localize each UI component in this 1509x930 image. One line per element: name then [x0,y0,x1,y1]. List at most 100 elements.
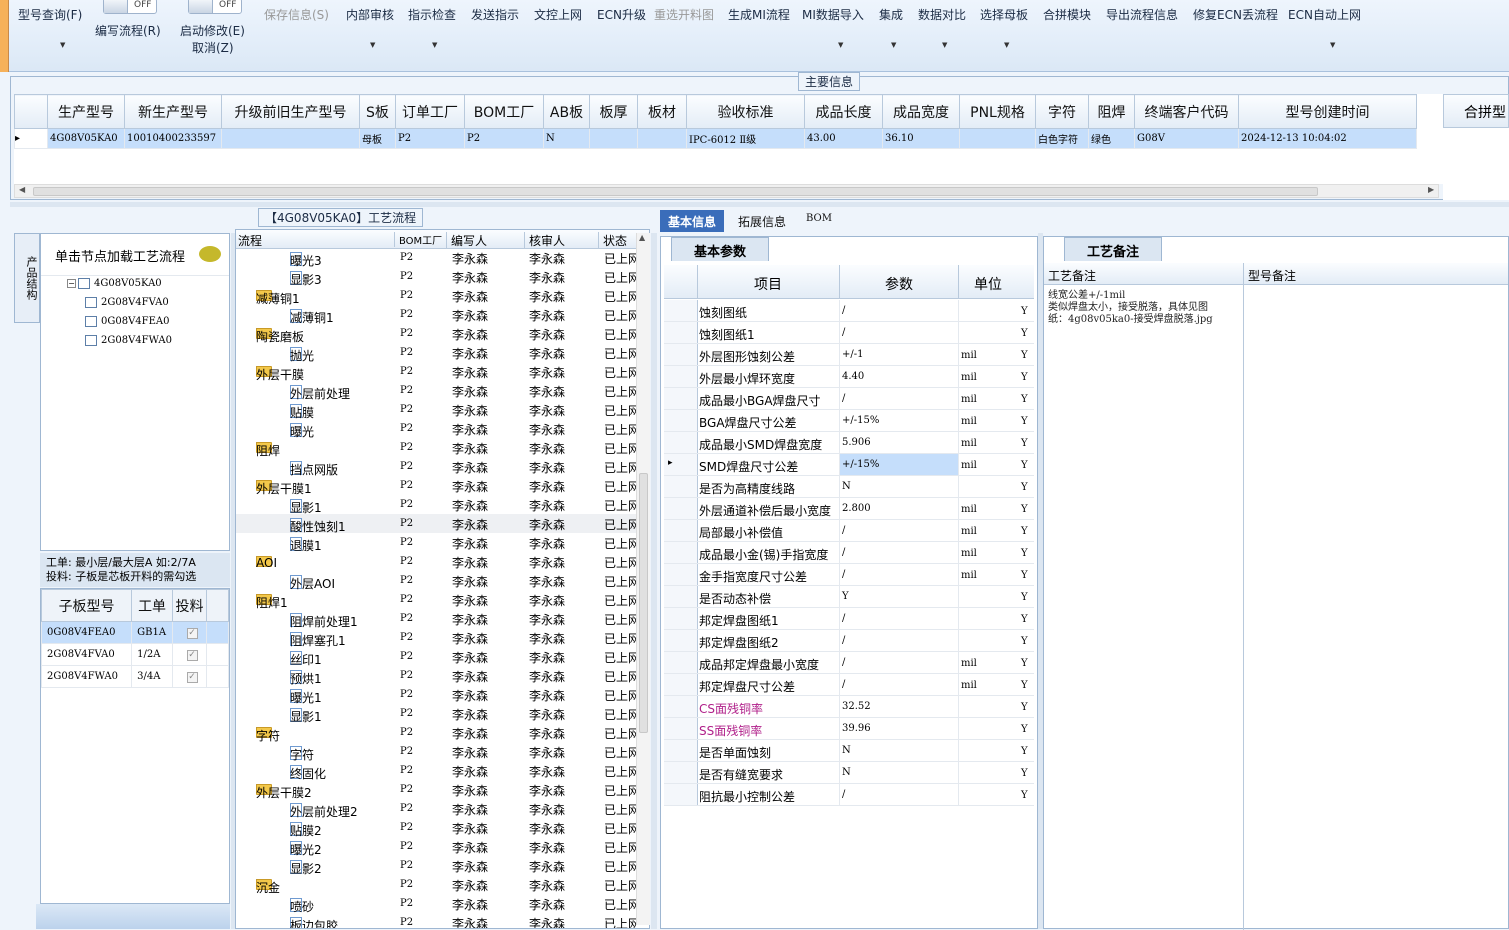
process-row[interactable]: 减薄铜1P2李永森李永森已上网 [236,305,636,325]
process-row[interactable]: 显影1P2李永森李永森已上网 [236,495,636,515]
process-row[interactable]: −沉金P2李永森李永森已上网 [236,875,636,895]
param-row[interactable]: 成品邦定焊盘最小宽度 / mil Y [664,652,1034,674]
param-row[interactable]: BGA焊盘尺寸公差 +/-15% mil Y [664,410,1034,432]
tree-node[interactable]: 2G08V4FVA0 [85,297,169,308]
process-row[interactable]: 贴膜2P2李永森李永森已上网 [236,818,636,838]
process-row[interactable]: 曝光P2李永森李永森已上网 [236,419,636,439]
main-col-12[interactable]: PNL规格 [959,94,1036,129]
product-structure-tab[interactable]: 产品结构 [14,233,40,323]
process-row[interactable]: −阻焊1P2李永森李永森已上网 [236,590,636,610]
process-row[interactable]: 丝印1P2李永森李永森已上网 [236,647,636,667]
main-col-9[interactable]: 验收标准 [686,94,805,129]
toolbar-btn-15[interactable]: 合拼模块 [1043,6,1091,23]
main-cell[interactable]: 绿色 [1088,128,1135,149]
main-hscroll-thumb[interactable] [33,187,1318,196]
main-col-11[interactable]: 成品宽度 [882,94,960,129]
param-row[interactable]: 邦定焊盘尺寸公差 / mil Y [664,674,1034,696]
process-row[interactable]: −阻焊P2李永森李永森已上网 [236,438,636,458]
param-value[interactable]: / [839,630,959,651]
process-row[interactable]: 曝光3P2李永森李永森已上网 [236,248,636,268]
param-row[interactable]: 阻抗最小控制公差 / Y [664,784,1034,806]
notes-col-process[interactable]: 工艺备注 [1048,267,1096,284]
param-value[interactable]: N [839,740,959,761]
sub-col-1[interactable]: 工单 [131,589,174,622]
main-col-13[interactable]: 字符 [1035,94,1089,129]
main-col-10[interactable]: 成品长度 [804,94,883,129]
param-row[interactable]: CS面残铜率 32.52 Y [664,696,1034,718]
process-row[interactable]: −字符P2李永森李永森已上网 [236,723,636,743]
param-row[interactable]: 邦定焊盘图纸2 / Y [664,630,1034,652]
process-row[interactable]: 显影3P2李永森李永森已上网 [236,267,636,287]
toggle-switch-1[interactable]: OFF [103,0,157,14]
dropdown-arrow-icon[interactable]: ▼ [60,41,65,49]
sub-row[interactable]: 0G08V4FEA0 GB1A ✓ [40,621,229,644]
merge-header[interactable]: 合拼型 [1443,94,1509,128]
param-value[interactable]: 39.96 [839,718,959,739]
tree-node[interactable]: 2G08V4FWA0 [85,335,172,346]
process-col-2[interactable]: 编写人 [446,232,487,249]
toolbar-btn-14[interactable]: 选择母板 [980,6,1028,23]
toolbar-btn-8[interactable]: ECN升级 [597,6,646,23]
toolbar-btn-18[interactable]: ECN自动上网 [1288,6,1361,23]
tree-node[interactable]: − 4G08V05KA0 [67,278,162,289]
param-row[interactable]: 是否动态补偿 Y Y [664,586,1034,608]
tree-node[interactable]: 0G08V4FEA0 [85,316,169,327]
process-row[interactable]: −外层干膜P2李永森李永森已上网 [236,362,636,382]
main-col-2[interactable]: 升级前旧生产型号 [221,94,360,129]
process-row[interactable]: −减薄铜1P2李永森李永森已上网 [236,286,636,306]
process-note-text[interactable]: 线宽公差+/-1mil 类似焊盘太小，接受脱落，具体见图纸：4g08v05ka0… [1048,290,1226,326]
param-value[interactable]: 2.800 [839,498,959,519]
collapse-icon[interactable]: − [67,279,76,288]
process-row[interactable]: 预烘1P2李永森李永森已上网 [236,666,636,686]
param-row[interactable]: 蚀刻图纸1 / Y [664,322,1034,344]
main-col-3[interactable]: S板 [359,94,396,129]
main-cell[interactable]: 10010400233597 [124,128,222,149]
process-row[interactable]: 外层前处理P2李永森李永森已上网 [236,381,636,401]
main-col-0[interactable]: 生产型号 [47,94,125,129]
process-scroll-thumb[interactable] [639,473,648,733]
param-value[interactable]: +/-15% [839,454,959,475]
main-cell[interactable] [637,128,687,149]
process-row[interactable]: 曝光1P2李永森李永森已上网 [236,685,636,705]
param-value[interactable]: Y [839,586,959,607]
param-row[interactable]: 成品最小SMD焊盘宽度 5.906 mil Y [664,432,1034,454]
toolbar-btn-1[interactable]: 编写流程(R) [95,22,161,39]
main-cell[interactable]: 2024-12-13 10:04:02 [1238,128,1417,149]
main-col-8[interactable]: 板材 [637,94,687,129]
process-row[interactable]: 显影2P2李永森李永森已上网 [236,856,636,876]
sub-row[interactable]: 2G08V4FVA0 1/2A ✓ [40,643,229,666]
sub-row[interactable]: 2G08V4FWA0 3/4A ✓ [40,665,229,688]
main-data-row[interactable]: ▸ 4G08V05KA0 10010400233597 母板 P2 P2 N IPC-6012… [14,128,1417,149]
detail-col-item[interactable]: 项目 [754,274,782,294]
main-cell[interactable]: G08V [1134,128,1239,149]
main-cell[interactable]: P2 [395,128,465,149]
param-row[interactable]: 外层最小焊环宽度 4.40 mil Y [664,366,1034,388]
param-value[interactable]: / [839,652,959,673]
main-col-15[interactable]: 终端客户代码 [1134,94,1239,129]
sub-model[interactable]: 2G08V4FWA0 [40,665,133,688]
param-value[interactable]: +/-1 [839,344,959,365]
main-cell[interactable]: P2 [464,128,544,149]
toolbar-btn-6[interactable]: 发送指示 [471,6,519,23]
tab-0[interactable]: 基本信息 [660,210,725,232]
toolbar-btn-9[interactable]: 重选开料图 [654,6,714,23]
process-row[interactable]: −陶瓷磨板P2李永森李永森已上网 [236,324,636,344]
process-row[interactable]: 贴膜P2李永森李永森已上网 [236,400,636,420]
process-row[interactable]: 曝光2P2李永森李永森已上网 [236,837,636,857]
toolbar-btn-2[interactable]: 启动修改(E) [180,22,245,39]
dropdown-arrow-icon[interactable]: ▼ [942,41,947,49]
tab-2[interactable]: BOM [798,210,840,232]
sub-model[interactable]: 0G08V4FEA0 [40,621,133,644]
process-row[interactable]: −外层干膜2P2李永森李永森已上网 [236,780,636,800]
param-row[interactable]: 是否为高精度线路 N Y [664,476,1034,498]
process-col-1[interactable]: BOM工厂 [394,232,442,247]
feed-checkbox[interactable]: ✓ [186,627,198,639]
param-row[interactable]: 是否有缝宽要求 N Y [664,762,1034,784]
main-cell[interactable]: 43.00 [804,128,883,149]
toolbar-btn-5[interactable]: 指示检查 [408,6,456,23]
toolbar-btn-4[interactable]: 内部审核 [346,6,394,23]
process-row[interactable]: 外层前处理2P2李永森李永森已上网 [236,799,636,819]
param-row[interactable]: 是否单面蚀刻 N Y [664,740,1034,762]
notes-section[interactable]: 工艺备注 [1064,237,1163,261]
param-value[interactable]: / [839,322,959,343]
